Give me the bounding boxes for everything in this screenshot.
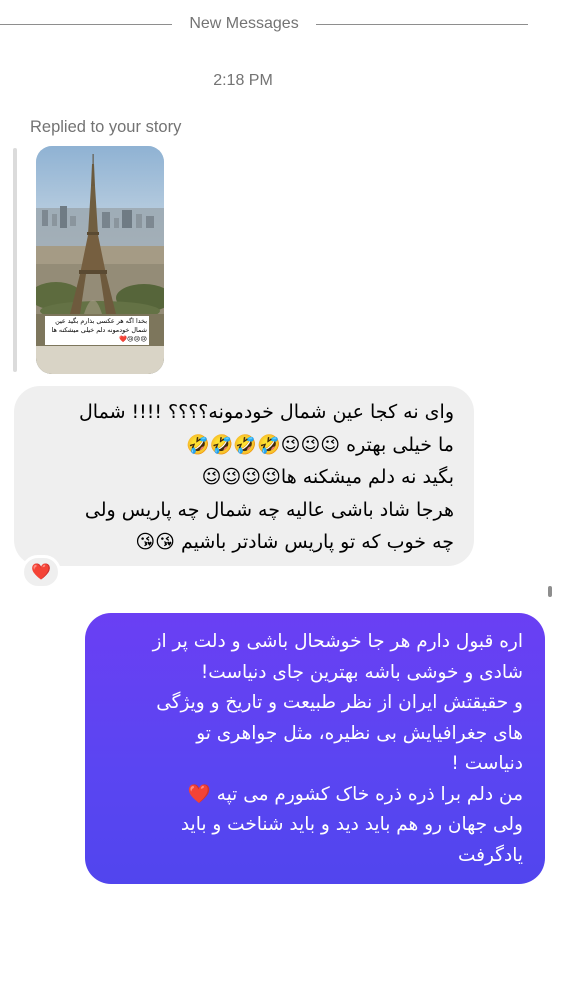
story-preview[interactable]: بخدا اگه هر عکسی بذارم بگید عین شمال خود…: [36, 146, 164, 374]
story-caption: بخدا اگه هر عکسی بذارم بگید عین شمال خود…: [45, 316, 149, 345]
heart-reaction[interactable]: ❤️: [21, 555, 61, 589]
replied-to-story-label: Replied to your story: [30, 118, 182, 136]
new-messages-label: New Messages: [189, 15, 299, 32]
divider-left: [0, 24, 172, 25]
divider-right: [316, 24, 528, 25]
scroll-indicator: [548, 586, 552, 597]
heart-emoji-icon: ❤️: [31, 562, 51, 581]
message-timestamp: 2:18 PM: [213, 72, 273, 89]
incoming-message-bubble[interactable]: وای نه کجا عین شمال خودمونه؟؟؟؟ !!!! شما…: [14, 386, 474, 566]
outgoing-message-bubble[interactable]: اره قبول دارم هر جا خوشحال باشی و دلت پر…: [85, 613, 545, 884]
reply-quote-bar: [13, 148, 17, 372]
